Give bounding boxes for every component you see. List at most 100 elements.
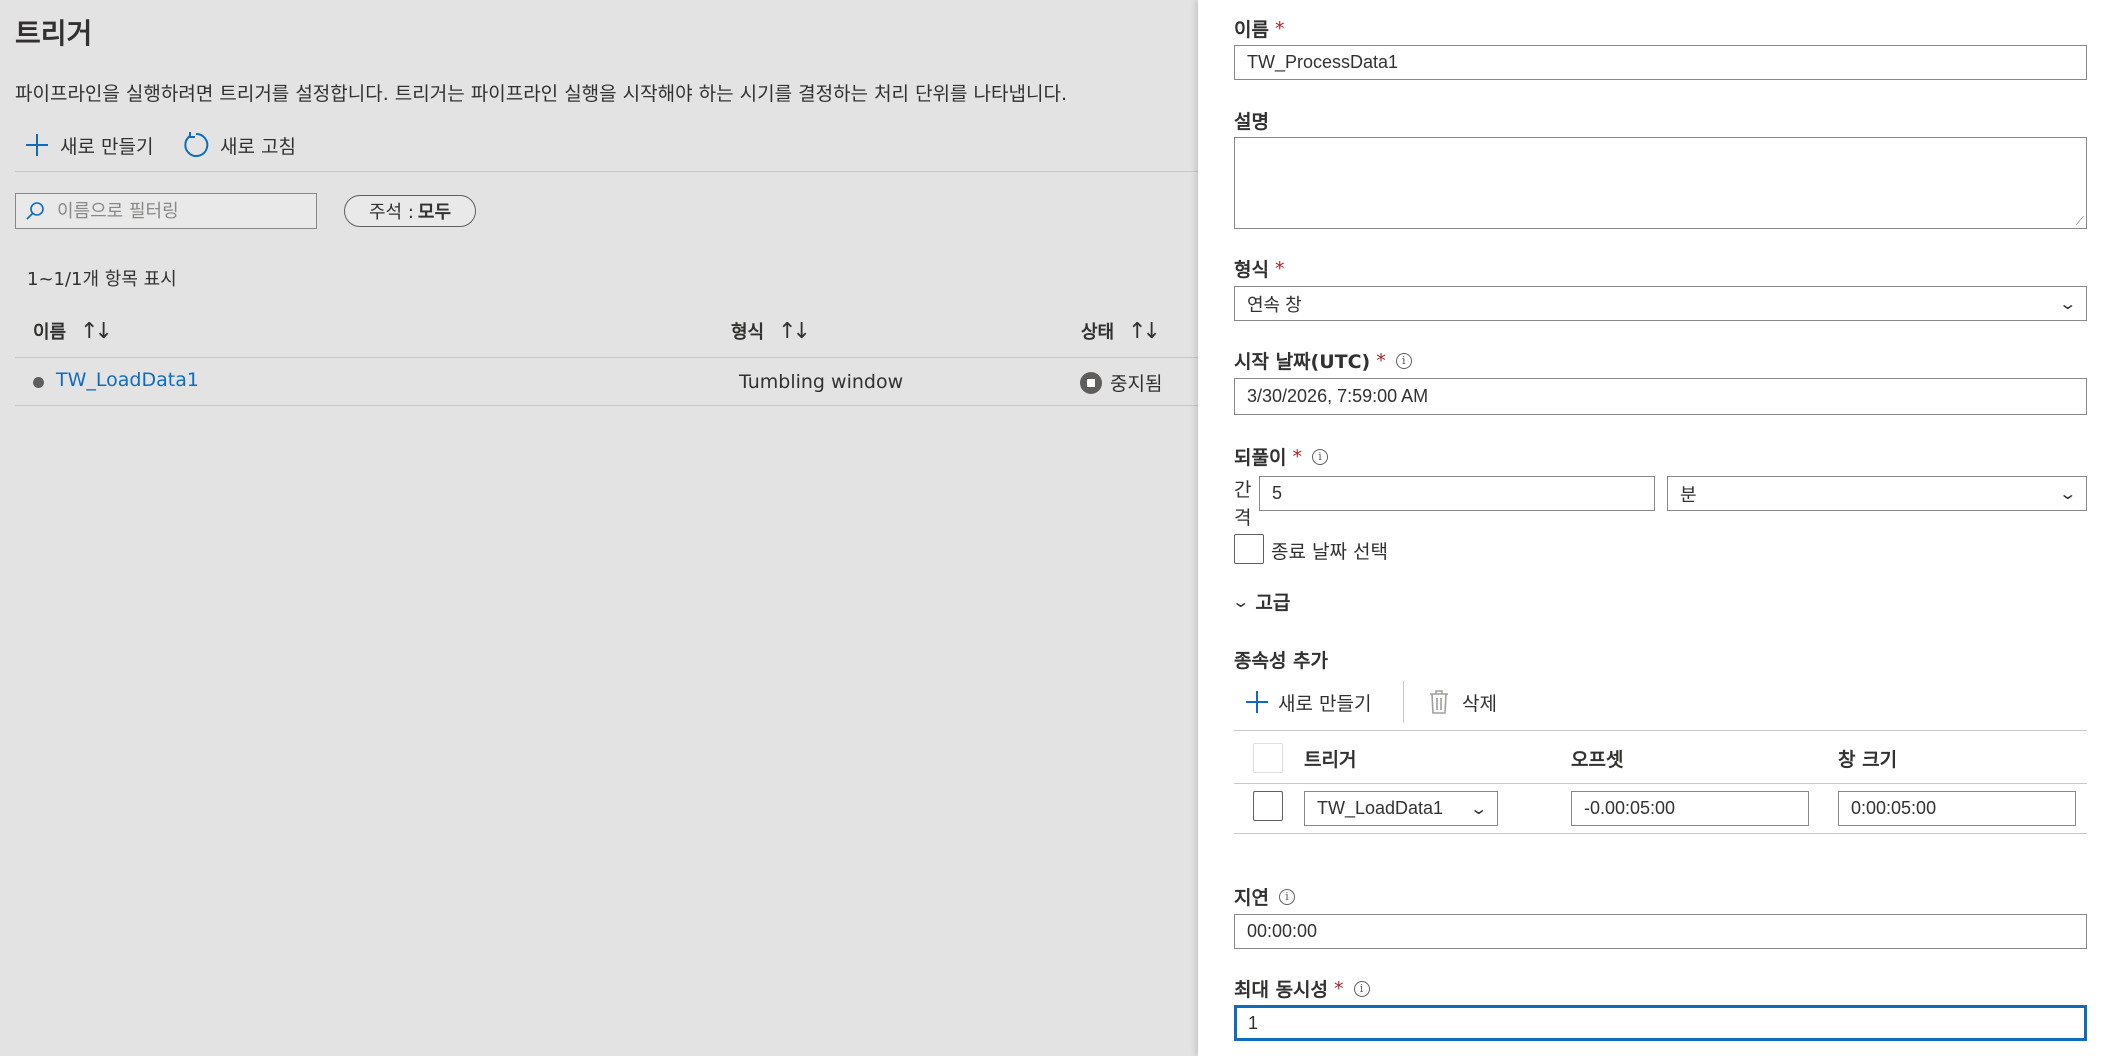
name-label: 이름 * <box>1234 15 1284 42</box>
sort-icon[interactable]: ↑↓ <box>80 319 113 344</box>
column-header-status[interactable]: 상태 ↑↓ <box>1081 318 1161 344</box>
filter-input[interactable] <box>55 199 309 223</box>
description-field[interactable]: ⟋ <box>1234 137 2087 229</box>
refresh-label: 새로 고침 <box>220 135 296 158</box>
type-dropdown-value: 연속 창 <box>1247 294 1302 315</box>
row-bullet-icon <box>33 377 44 388</box>
info-icon[interactable]: i <box>1311 448 1328 465</box>
max-concurrency-input[interactable] <box>1248 1012 2073 1034</box>
column-header-status-label: 상태 <box>1081 322 1115 343</box>
description-label: 설명 <box>1234 111 1269 133</box>
dependency-new-button[interactable]: 새로 만들기 <box>1244 687 1371 717</box>
type-dropdown[interactable]: 연속 창 ⌄ <box>1234 286 2087 321</box>
table-row-divider <box>15 405 1198 406</box>
start-date-input[interactable] <box>1247 386 2074 407</box>
info-icon[interactable]: i <box>1353 980 1370 997</box>
dependency-window-size-input[interactable] <box>1851 798 2063 819</box>
interval-input[interactable] <box>1272 483 1642 504</box>
search-icon <box>26 202 44 220</box>
column-header-name-label: 이름 <box>33 322 67 343</box>
advanced-label: 고급 <box>1255 592 1291 614</box>
info-icon[interactable]: i <box>1395 352 1412 369</box>
max-concurrency-label-text: 최대 동시성 <box>1234 979 1329 1001</box>
annotation-pill-value: 모두 <box>417 202 452 223</box>
start-date-field[interactable] <box>1234 378 2087 415</box>
start-date-label-text: 시작 날짜(UTC) <box>1234 351 1371 373</box>
end-date-checkbox[interactable] <box>1234 534 1264 564</box>
start-date-label: 시작 날짜(UTC) * i <box>1234 347 1412 374</box>
advanced-toggle[interactable]: ⌄ 고급 <box>1231 588 1291 615</box>
chevron-down-icon: ⌄ <box>2057 295 2077 313</box>
column-header-type-label: 형식 <box>731 322 765 343</box>
page-description: 파이프라인을 실행하려면 트리거를 설정합니다. 트리거는 파이프라인 실행을 … <box>15 83 1067 105</box>
trigger-status-cell: 중지됨 <box>1080 369 1162 396</box>
dependency-title: 종속성 추가 <box>1234 650 1329 672</box>
name-field[interactable] <box>1234 45 2087 80</box>
info-icon[interactable]: i <box>1278 888 1295 905</box>
description-input[interactable] <box>1247 144 2074 222</box>
trigger-editor-panel: 이름* 설명 ⟋ 형식* 연속 창 ⌄ 시작 날짜(UTC)*i 되풀이*i 간… <box>1198 0 2116 1056</box>
plus-icon <box>26 134 48 156</box>
dependency-new-label: 새로 만들기 <box>1278 692 1372 715</box>
dependency-row-divider <box>1234 833 2087 834</box>
chevron-down-icon: ⌄ <box>1468 800 1488 818</box>
stopped-icon <box>1080 371 1102 394</box>
trigger-type-cell: Tumbling window <box>739 371 904 393</box>
dependency-offset-field[interactable] <box>1571 791 1809 826</box>
trigger-name-link[interactable]: TW_LoadData1 <box>56 369 199 391</box>
refresh-button[interactable]: 새로 고침 <box>182 130 296 160</box>
dependency-table-top-border <box>1234 730 2087 731</box>
dependency-col-trigger: 트리거 <box>1304 749 1357 771</box>
max-concurrency-label: 최대 동시성 * i <box>1234 975 1370 1002</box>
interval-field[interactable] <box>1259 476 1655 511</box>
sort-icon[interactable]: ↑↓ <box>778 319 811 344</box>
delay-field[interactable] <box>1234 914 2087 949</box>
dependency-row-checkbox[interactable] <box>1253 791 1283 821</box>
triggers-page: 트리거 파이프라인을 실행하려면 트리거를 설정합니다. 트리거는 파이프라인 … <box>0 0 1198 1056</box>
trigger-status-label: 중지됨 <box>1110 373 1163 395</box>
delay-label: 지연 i <box>1234 883 1295 910</box>
sort-icon[interactable]: ↑↓ <box>1128 319 1161 344</box>
dependency-offset-input[interactable] <box>1584 798 1796 819</box>
type-label: 형식 * <box>1234 255 1284 282</box>
recurrence-label: 되풀이 * i <box>1234 443 1328 470</box>
select-all-checkbox[interactable] <box>1253 743 1283 773</box>
column-header-name[interactable]: 이름 ↑↓ <box>33 318 113 344</box>
dependency-delete-label: 삭제 <box>1462 692 1497 715</box>
required-mark: * <box>1274 257 1285 280</box>
dependency-col-window-size: 창 크기 <box>1838 749 1898 771</box>
new-trigger-label: 새로 만들기 <box>60 135 154 158</box>
dependency-delete-button[interactable]: 삭제 <box>1428 687 1497 717</box>
column-header-type[interactable]: 형식 ↑↓ <box>731 318 811 344</box>
required-mark: * <box>1292 445 1302 468</box>
chevron-down-icon: ⌄ <box>1231 592 1251 611</box>
interval-unit-value: 분 <box>1680 484 1697 505</box>
interval-unit-dropdown[interactable]: 분 ⌄ <box>1667 476 2087 511</box>
delay-input[interactable] <box>1247 921 2074 942</box>
type-label-text: 형식 <box>1234 259 1269 281</box>
resize-handle-icon[interactable]: ⟋ <box>2076 215 2084 227</box>
toolbar-separator <box>1403 681 1404 723</box>
chevron-down-icon: ⌄ <box>2057 485 2077 503</box>
plus-icon <box>1246 691 1268 713</box>
name-input[interactable] <box>1247 52 2074 73</box>
required-mark: * <box>1376 349 1386 372</box>
recurrence-label-text: 되풀이 <box>1234 447 1287 469</box>
page-title: 트리거 <box>15 17 93 50</box>
annotation-pill-label: 주석 : <box>369 202 414 223</box>
max-concurrency-field[interactable] <box>1234 1005 2087 1041</box>
filter-box[interactable] <box>15 193 317 229</box>
dependency-col-offset: 오프셋 <box>1571 749 1624 771</box>
refresh-icon <box>184 132 209 157</box>
annotation-filter-pill[interactable]: 주석 : 모두 <box>344 195 477 227</box>
name-label-text: 이름 <box>1234 19 1269 41</box>
end-date-checkbox-label: 종료 날짜 선택 <box>1271 541 1388 563</box>
new-trigger-button[interactable]: 새로 만들기 <box>24 130 153 160</box>
dependency-window-size-field[interactable] <box>1838 791 2076 826</box>
dependency-trigger-dropdown[interactable]: TW_LoadData1 ⌄ <box>1304 791 1498 826</box>
dependency-header-divider <box>1234 783 2087 784</box>
table-header-divider <box>15 357 1198 358</box>
trash-icon <box>1430 690 1448 714</box>
required-mark: * <box>1334 977 1344 1000</box>
item-count: 1~1/1개 항목 표시 <box>27 269 177 290</box>
